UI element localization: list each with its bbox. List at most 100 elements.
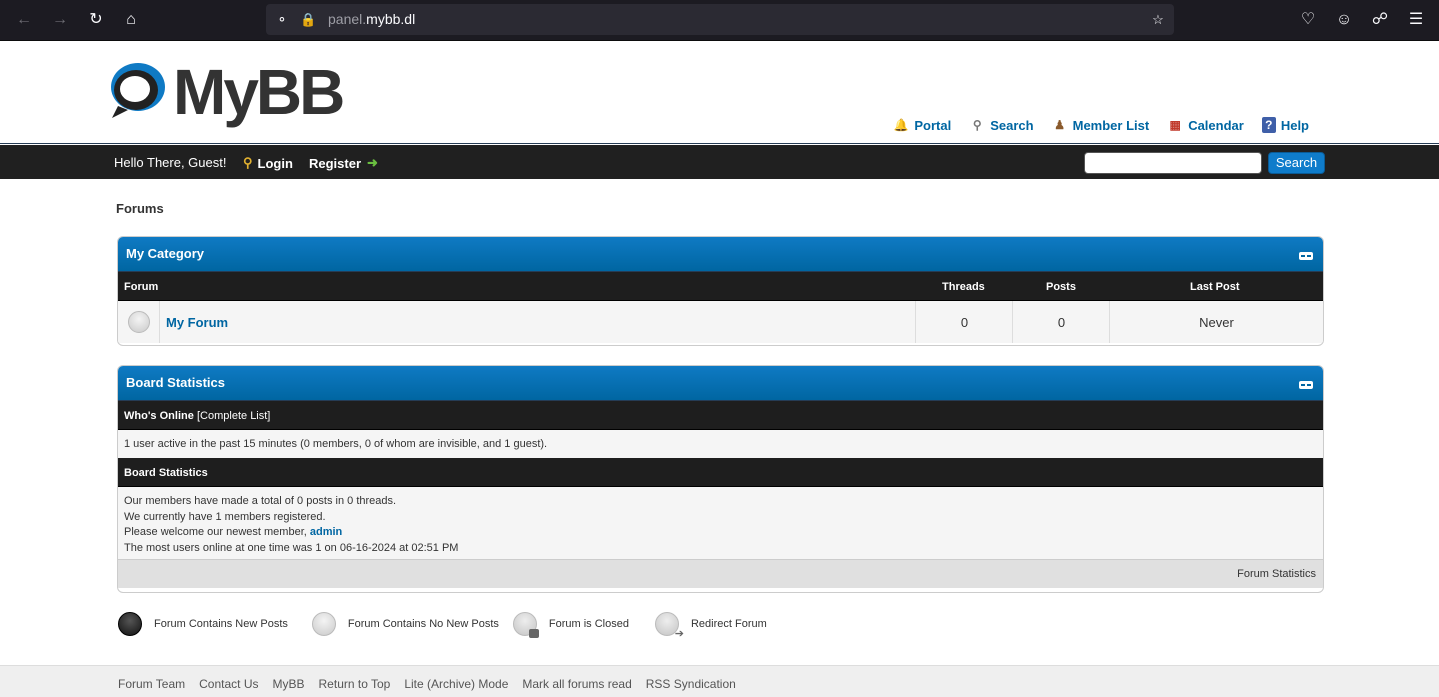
- logo-bubbles-icon: [111, 63, 165, 118]
- welcome-text: Hello There, Guest!: [114, 155, 227, 170]
- shield-icon[interactable]: ⚬: [274, 12, 290, 28]
- legend-redirect: Redirect Forum: [690, 618, 767, 630]
- no-new-posts-icon: [311, 612, 336, 636]
- legend-no-new-posts: Forum Contains No New Posts: [347, 618, 499, 630]
- footer-return-to-top[interactable]: Return to Top: [319, 677, 391, 691]
- menu-search-label: Search: [990, 117, 1034, 133]
- register-label: Register: [309, 155, 362, 171]
- forum-statistics-link[interactable]: Forum Statistics: [1237, 568, 1316, 580]
- stats-body: Our members have made a total of 0 posts…: [118, 487, 1323, 559]
- menu-portal-label: Portal: [914, 117, 952, 133]
- whos-online-label[interactable]: Who's Online: [124, 410, 194, 422]
- forum-last-post: Never: [1199, 315, 1234, 330]
- menu-help[interactable]: ? Help: [1261, 117, 1309, 133]
- collapse-icon[interactable]: [1299, 381, 1313, 389]
- calendar-icon: ▦: [1169, 118, 1181, 132]
- help-icon: ?: [1261, 117, 1276, 133]
- footer-mark-read[interactable]: Mark all forums read: [522, 677, 631, 691]
- stats-newest-line: Please welcome our newest member, admin: [124, 525, 1317, 541]
- collapse-icon[interactable]: [1299, 252, 1313, 260]
- pocket-icon[interactable]: ♡: [1298, 10, 1318, 30]
- new-posts-icon: [118, 612, 142, 636]
- stats-footer: Forum Statistics: [118, 559, 1323, 588]
- menu-member-list[interactable]: ♟ Member List: [1052, 117, 1150, 133]
- url-bar[interactable]: ⚬ 🔒 panel.mybb.dl ☆: [266, 4, 1174, 35]
- breadcrumb[interactable]: Forums: [116, 201, 164, 216]
- menu-calendar-label: Calendar: [1188, 117, 1244, 133]
- footer-contact-us[interactable]: Contact Us: [199, 677, 258, 691]
- category-columns: Forum Threads Posts Last Post: [118, 272, 1323, 301]
- no-new-posts-icon[interactable]: [128, 311, 150, 333]
- footer-mybb[interactable]: MyBB: [273, 677, 305, 691]
- online-users-text: 1 user active in the past 15 minutes (0 …: [124, 438, 548, 450]
- redirect-forum-icon: [654, 612, 684, 640]
- category-title[interactable]: My Category: [126, 246, 204, 261]
- col-threads: Threads: [942, 281, 985, 293]
- newest-member-prefix: Please welcome our newest member,: [124, 526, 307, 538]
- category-table: My Category Forum Threads Posts Last Pos…: [117, 236, 1324, 346]
- whos-online-header: Who's Online [Complete List]: [118, 401, 1323, 430]
- stats-title: Board Statistics: [126, 375, 225, 390]
- back-arrow-icon[interactable]: ←: [14, 10, 34, 30]
- legend-closed: Forum is Closed: [548, 618, 629, 630]
- key-icon: ⚲: [243, 155, 253, 170]
- top-menu: 🔔 Portal ⚲ Search ♟ Member List ▦ Calendar ?…: [893, 117, 1309, 133]
- category-header[interactable]: My Category: [118, 237, 1323, 272]
- online-users-row: 1 user active in the past 15 minutes (0 …: [118, 430, 1323, 458]
- login-link[interactable]: ⚲ Login: [243, 155, 293, 171]
- logo-text: MyBB: [173, 56, 345, 128]
- bookmark-star-icon[interactable]: ☆: [1150, 12, 1166, 28]
- login-label: Login: [257, 155, 293, 171]
- forum-link[interactable]: My Forum: [166, 315, 228, 330]
- menu-member-list-label: Member List: [1072, 117, 1150, 133]
- magnifier-icon: ⚲: [972, 118, 982, 132]
- footer-lite-mode[interactable]: Lite (Archive) Mode: [404, 677, 508, 691]
- reload-icon[interactable]: ↻: [86, 10, 106, 30]
- forum-legend: Forum Contains New Posts Forum Contains …: [118, 612, 781, 640]
- forum-posts-count: 0: [1057, 315, 1066, 330]
- forum-header: MyBB 🔔 Portal ⚲ Search ♟ Member List ▦ Calen…: [0, 41, 1439, 144]
- page-footer: Forum Team Contact Us MyBB Return to Top…: [0, 665, 1439, 697]
- stats-record-line: The most users online at one time was 1 …: [124, 541, 459, 554]
- register-link[interactable]: Register ➜: [309, 155, 378, 171]
- bell-icon: 🔔: [893, 118, 909, 132]
- stats-subheader-label: Board Statistics: [124, 467, 208, 479]
- stats-members-line: We currently have 1 members registered.: [124, 510, 326, 523]
- menu-icon[interactable]: ☰: [1406, 10, 1426, 30]
- stats-subheader: Board Statistics: [118, 458, 1323, 487]
- menu-help-label: Help: [1280, 117, 1309, 133]
- menu-calendar[interactable]: ▦ Calendar: [1167, 117, 1244, 133]
- newest-member-link[interactable]: admin: [310, 526, 342, 538]
- browser-toolbar: ← → ↻ ⌂ ⚬ 🔒 panel.mybb.dl ☆ ♡ ☺ ☍ ☰: [0, 0, 1439, 41]
- col-forum: Forum: [124, 281, 159, 293]
- extensions-icon[interactable]: ☍: [1370, 10, 1390, 30]
- insecure-lock-icon[interactable]: 🔒: [300, 12, 316, 28]
- user-panel: Hello There, Guest! ⚲ Login Register ➜ Sea…: [0, 145, 1439, 179]
- forward-arrow-icon[interactable]: →: [50, 10, 70, 30]
- mybb-logo[interactable]: MyBB: [108, 58, 345, 128]
- legend-new-posts: Forum Contains New Posts: [154, 618, 288, 630]
- search-input[interactable]: [1084, 152, 1262, 174]
- search-button[interactable]: Search: [1268, 152, 1325, 174]
- col-last-post: Last Post: [1190, 281, 1240, 293]
- arrow-right-icon: ➜: [367, 155, 378, 170]
- menu-portal[interactable]: 🔔 Portal: [893, 117, 951, 133]
- stats-posts-line: Our members have made a total of 0 posts…: [124, 495, 397, 507]
- menu-search[interactable]: ⚲ Search: [969, 117, 1034, 133]
- forum-closed-icon: [512, 612, 539, 638]
- board-stats-table: Board Statistics Who's Online [Complete …: [117, 365, 1324, 593]
- col-posts: Posts: [1046, 281, 1076, 293]
- home-icon[interactable]: ⌂: [121, 10, 141, 30]
- page: MyBB 🔔 Portal ⚲ Search ♟ Member List ▦ Calen…: [0, 41, 1439, 697]
- account-icon[interactable]: ☺: [1334, 10, 1354, 30]
- footer-links: Forum Team Contact Us MyBB Return to Top…: [118, 677, 736, 691]
- footer-forum-team[interactable]: Forum Team: [118, 677, 185, 691]
- forum-threads-count: 0: [960, 315, 969, 330]
- url-text: panel.mybb.dl: [328, 11, 416, 27]
- stats-header[interactable]: Board Statistics: [118, 366, 1323, 401]
- forum-status-cell: [118, 301, 160, 343]
- members-icon: ♟: [1054, 118, 1065, 132]
- forum-row: My Forum 0 0 Never: [118, 301, 1323, 343]
- footer-rss[interactable]: RSS Syndication: [646, 677, 736, 691]
- complete-list-link[interactable]: [Complete List]: [197, 410, 270, 422]
